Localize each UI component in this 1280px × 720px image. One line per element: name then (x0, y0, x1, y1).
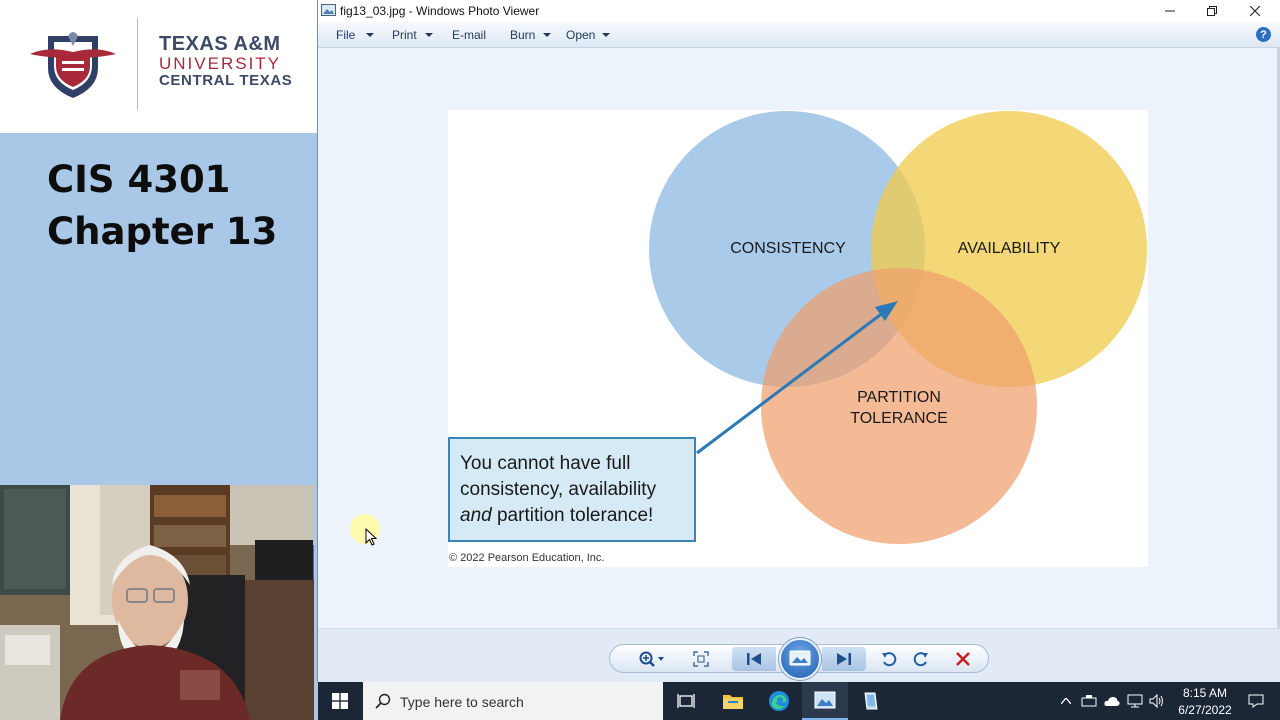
partition-label-line2: TOLERANCE (850, 410, 948, 427)
zoom-icon (639, 651, 664, 667)
search-icon (375, 693, 391, 709)
course-code: CIS 4301 (47, 158, 231, 201)
menu-print[interactable]: Print (392, 28, 417, 42)
rotate-right-icon (913, 652, 928, 667)
callout-emphasis: and (460, 505, 492, 526)
slideshow-icon (789, 650, 811, 666)
viewer-toolbar (318, 628, 1280, 682)
notification-icon (1248, 694, 1264, 708)
logo-text-line2: UNIVERSITY (159, 54, 282, 73)
actual-size-button[interactable] (688, 647, 714, 671)
taskbar: Type here to search 8:15 AM 6/27/2022 (318, 682, 1280, 720)
chevron-up-icon (1061, 698, 1071, 704)
photo-viewer-icon (321, 4, 336, 16)
logo-divider (137, 18, 138, 110)
file-explorer-icon (723, 695, 743, 709)
close-window-button[interactable] (1233, 0, 1277, 22)
rotate-counterclockwise-button[interactable] (876, 647, 902, 671)
callout-text-part1: You cannot have full consistency, availa… (460, 453, 657, 500)
next-icon (837, 653, 851, 665)
usb-device-icon[interactable] (1081, 693, 1097, 709)
zoom-button[interactable] (636, 647, 668, 671)
webcam-image (0, 485, 314, 720)
window-title: fig13_03.jpg - Windows Photo Viewer (340, 4, 540, 18)
delete-icon (956, 652, 970, 666)
availability-label: AVAILABILITY (957, 240, 1061, 257)
slideshow-button[interactable] (779, 638, 821, 680)
clock-time[interactable]: 8:15 AM (1173, 686, 1237, 700)
windows-logo-icon (332, 693, 348, 709)
network-status-icon (1127, 694, 1143, 708)
callout-box: You cannot have full consistency, availa… (448, 437, 696, 542)
start-button[interactable] (318, 682, 362, 720)
open-dropdown-icon[interactable] (602, 33, 610, 37)
task-view-button[interactable] (663, 682, 709, 720)
device-icon (1081, 695, 1097, 707)
callout-text-part2: partition tolerance! (491, 505, 654, 526)
previous-button[interactable] (732, 647, 776, 671)
menu-burn[interactable]: Burn (510, 28, 535, 42)
menu-open[interactable]: Open (566, 28, 595, 42)
chapter-title: Chapter 13 (47, 210, 278, 253)
partition-label-line1: PARTITION (857, 389, 941, 406)
help-button[interactable]: ? (1256, 27, 1271, 42)
screen: TEXAS A&M UNIVERSITY CENTRAL TEXAS CIS 4… (0, 0, 1280, 720)
print-dropdown-icon[interactable] (425, 33, 433, 37)
close-icon (1250, 6, 1260, 16)
logo-shield-icon (30, 32, 116, 98)
logo-text-line1: TEXAS A&M (159, 33, 281, 55)
mouse-pointer-icon (365, 528, 377, 546)
task-view-icon (677, 694, 695, 708)
menu-bar: File Print E-mail Burn Open ? (318, 22, 1280, 48)
university-logo: TEXAS A&M UNIVERSITY CENTRAL TEXAS (0, 0, 318, 133)
photo-viewer-taskbar-button[interactable] (802, 682, 848, 720)
delete-button[interactable] (950, 647, 976, 671)
search-placeholder: Type here to search (400, 694, 524, 710)
snipping-tool-button[interactable] (848, 682, 894, 720)
toolbar-pill (609, 638, 989, 680)
minimize-icon (1165, 10, 1175, 12)
taskbar-search-box[interactable]: Type here to search (363, 682, 663, 720)
file-dropdown-icon[interactable] (366, 33, 374, 37)
next-button[interactable] (822, 647, 866, 671)
logo-text-line3: CENTRAL TEXAS (159, 72, 293, 89)
snipping-tool-icon (864, 692, 878, 710)
clock-date[interactable]: 6/27/2022 (1173, 703, 1237, 717)
actual-size-icon (693, 651, 709, 667)
burn-dropdown-icon[interactable] (543, 33, 551, 37)
previous-icon (747, 653, 761, 665)
copyright-notice: © 2022 Pearson Education, Inc. (449, 552, 605, 564)
network-icon[interactable] (1127, 693, 1143, 709)
rotate-clockwise-button[interactable] (908, 647, 934, 671)
volume-icon[interactable] (1149, 693, 1165, 709)
show-hidden-icons-button[interactable] (1058, 693, 1074, 709)
displayed-image: CONSISTENCY AVAILABILITY PARTITION TOLER… (448, 110, 1148, 567)
cloud-icon (1104, 697, 1120, 706)
restore-button[interactable] (1190, 0, 1234, 22)
menu-email[interactable]: E-mail (452, 28, 486, 42)
restore-icon (1207, 6, 1217, 16)
rotate-left-icon (882, 652, 897, 667)
minimize-button[interactable] (1148, 0, 1192, 22)
consistency-label: CONSISTENCY (730, 240, 846, 257)
onedrive-icon[interactable] (1104, 693, 1120, 709)
notifications-button[interactable] (1248, 693, 1264, 709)
menu-file[interactable]: File (336, 28, 355, 42)
photo-viewer-app-icon (814, 691, 836, 709)
speaker-icon (1149, 694, 1163, 708)
webcam-feed (0, 485, 314, 720)
edge-browser-button[interactable] (756, 682, 802, 720)
file-explorer-button[interactable] (710, 682, 756, 720)
title-bar[interactable]: fig13_03.jpg - Windows Photo Viewer (318, 0, 1280, 22)
edge-icon (769, 691, 789, 711)
